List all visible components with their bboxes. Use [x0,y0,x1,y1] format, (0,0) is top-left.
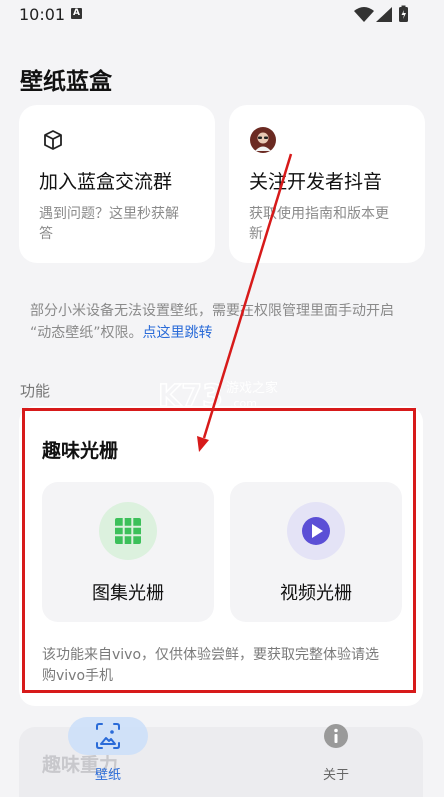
info-icon [324,724,348,748]
grid-icon [115,518,141,544]
status-icons [354,5,414,27]
signal-icon [376,7,392,22]
app-title: 壁纸蓝盒 [20,69,112,95]
section-label: 功能 [20,382,51,400]
notice-line1: 部分小米设备无法设置壁纸，需要在权限管理里面手动开启 [30,303,394,319]
video-icon-circle [287,502,345,560]
notification-badge: A [71,8,82,19]
follow-douyin-card[interactable]: 关注开发者抖音 获取使用指南和版本更 新 [229,105,425,263]
wifi-icon [354,7,374,22]
nav-about-icon-wrap [296,717,376,755]
cube-icon [40,127,66,153]
join-group-subtitle-line2: 答 [39,226,53,242]
vivo-note-line2: 购vivo手机 [42,668,114,684]
join-group-subtitle-line1: 遇到问题？这里秒获解 [39,206,179,222]
follow-douyin-subtitle-line2: 新 [249,226,263,242]
play-icon [302,517,330,545]
permission-notice: 部分小米设备无法设置壁纸，需要在权限管理里面手动开启 “动态壁纸”权限。点这里跳… [30,300,422,344]
status-time: 10:01 [19,5,66,24]
follow-douyin-title: 关注开发者抖音 [249,171,383,193]
wallpaper-icon [96,723,120,749]
nav-about-label: 关于 [322,768,349,783]
notice-line2: “动态壁纸”权限。点这里跳转 [30,322,422,344]
follow-douyin-subtitle-line1: 获取使用指南和版本更 [249,206,389,222]
developer-avatar [250,127,276,153]
join-group-card[interactable]: 加入蓝盒交流群 遇到问题？这里秒获解 答 [19,105,215,263]
gallery-grating-button[interactable]: 图集光栅 [42,482,214,622]
status-bar: 10:01 A [0,0,444,30]
permission-jump-link[interactable]: 点这里跳转 [143,325,213,341]
battery-icon [399,5,408,22]
nav-wallpaper-label: 壁纸 [94,768,121,783]
nav-about-tab[interactable]: 关于 [296,717,376,783]
notice-line2-prefix: “动态壁纸”权限。 [30,325,143,341]
gallery-grating-label: 图集光栅 [92,583,164,604]
nav-active-indicator [68,717,148,755]
video-grating-button[interactable]: 视频光栅 [230,482,402,622]
watermark-site: 游戏之家 [226,380,278,396]
fun-grating-title: 趣味光栅 [42,440,119,462]
status-icons-svg [354,5,408,22]
join-group-title: 加入蓝盒交流群 [39,171,173,193]
vivo-note: 该功能来自vivo，仅供体验尝鲜，要获取完整体验请选 购vivo手机 [42,645,404,687]
video-grating-label: 视频光栅 [280,583,352,604]
vivo-note-line1: 该功能来自vivo，仅供体验尝鲜，要获取完整体验请选 [42,647,380,663]
gallery-icon-circle [99,502,157,560]
nav-wallpaper-tab[interactable]: 壁纸 [68,717,148,783]
bottom-nav: 壁纸 关于 [0,705,444,791]
